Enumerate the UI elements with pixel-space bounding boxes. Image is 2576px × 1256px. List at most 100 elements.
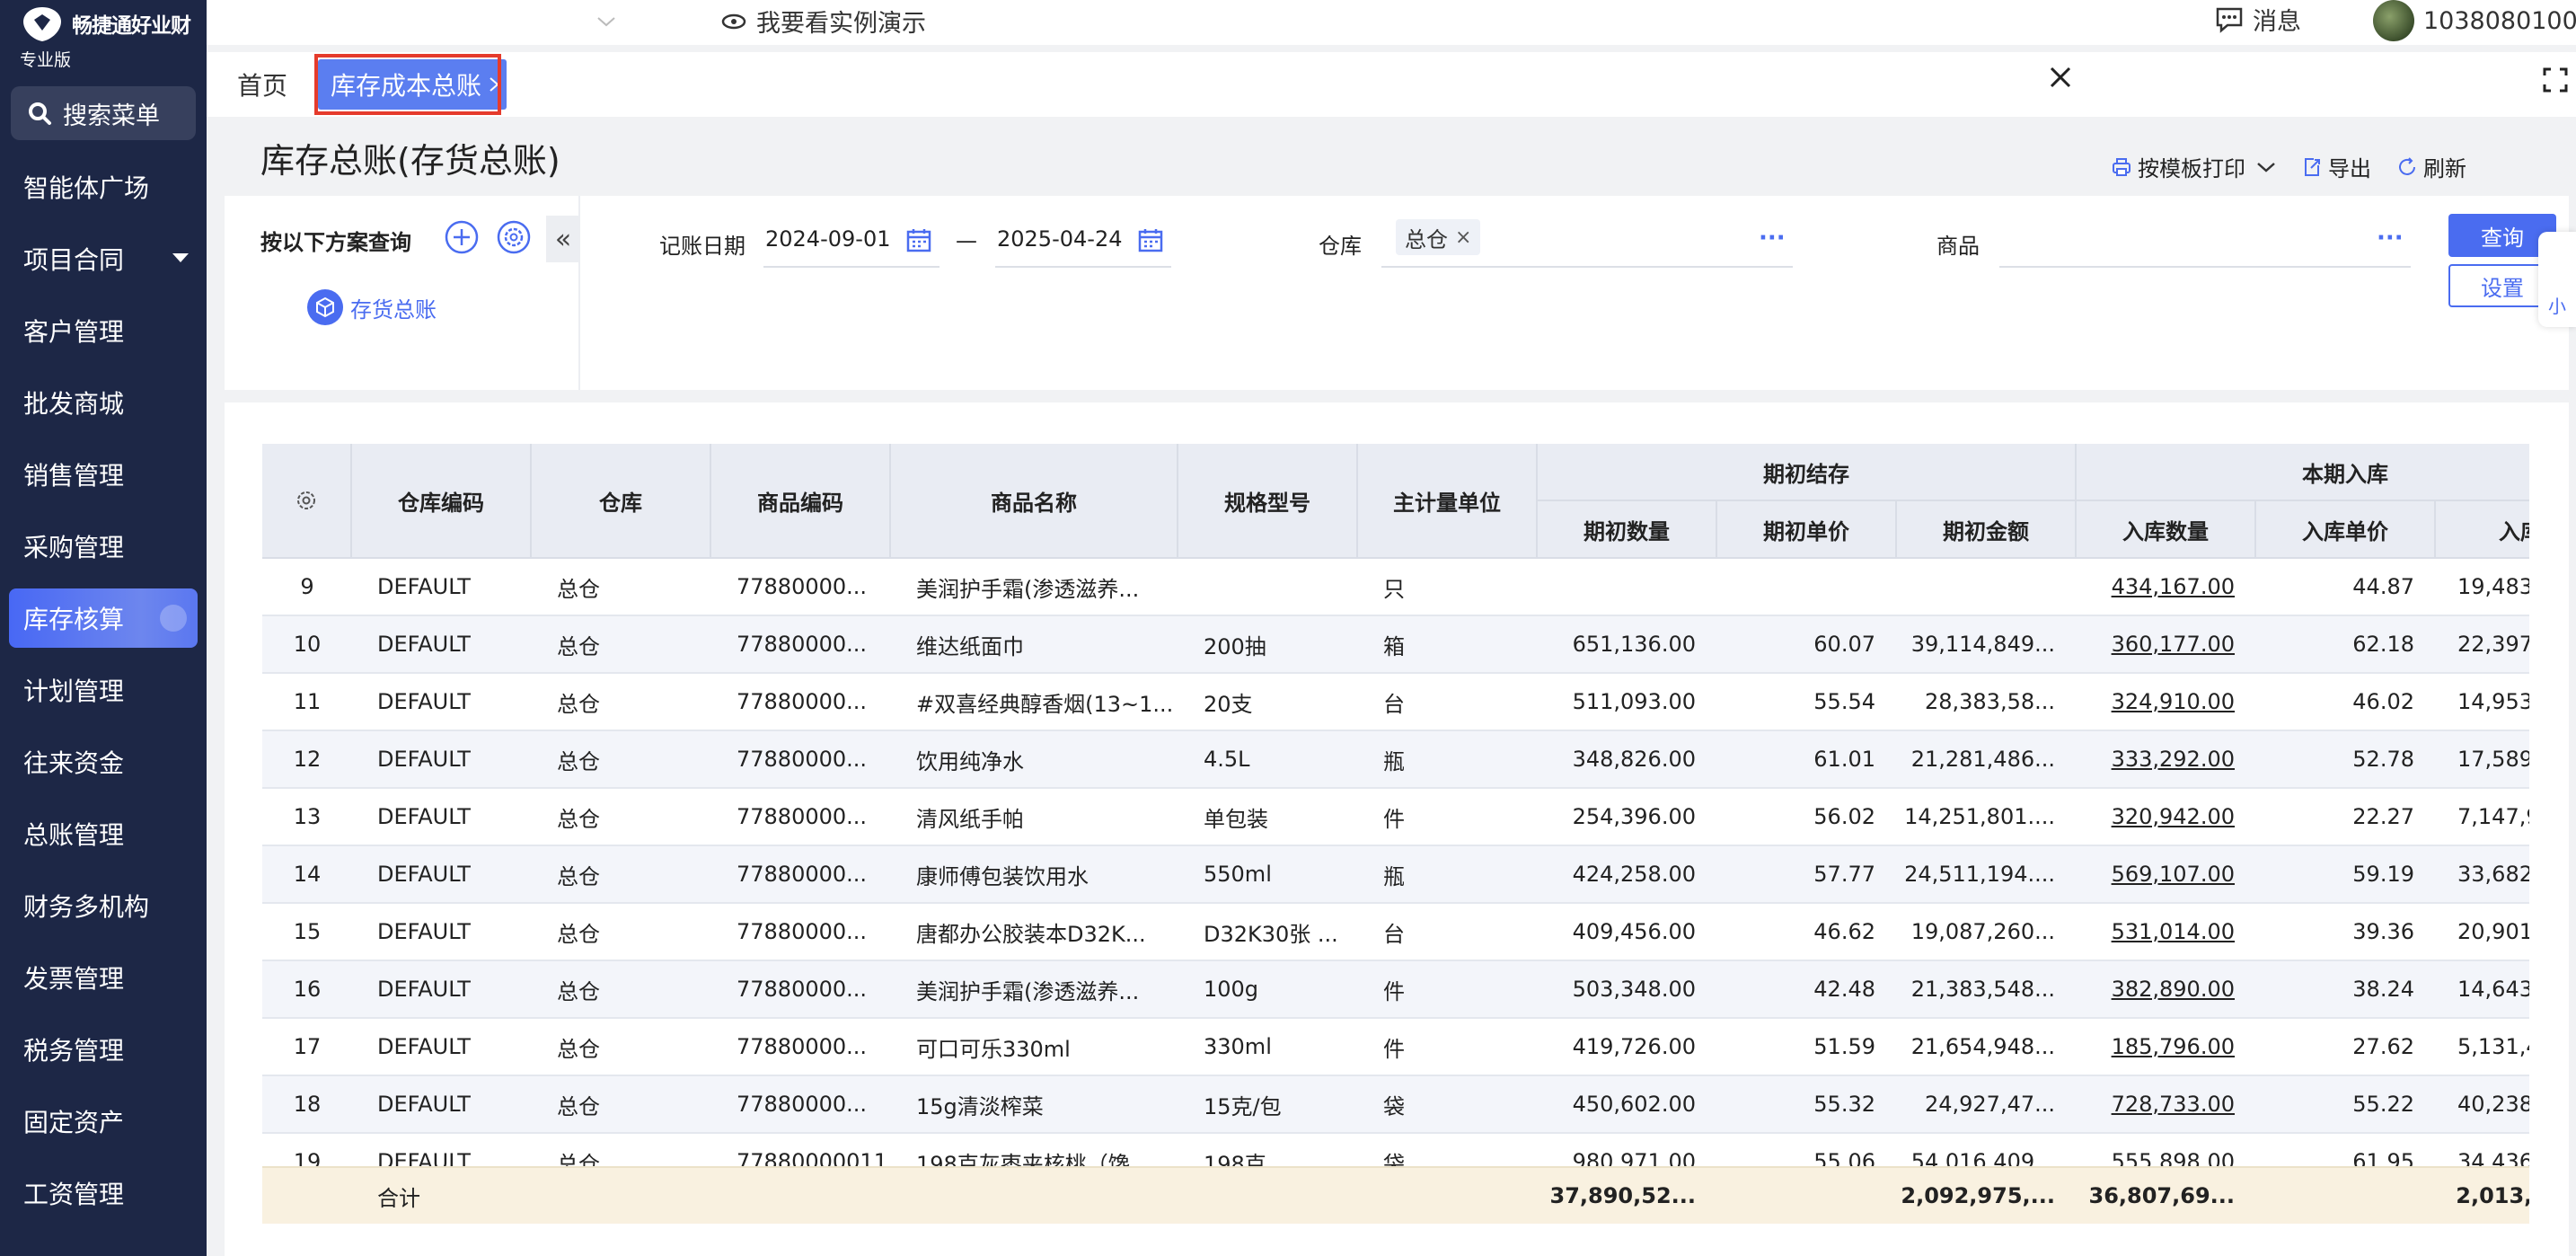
sidebar-item-invoice[interactable]: 发票管理 — [0, 942, 207, 1013]
header-product-name[interactable]: 商品名称 — [891, 444, 1178, 559]
table-row[interactable]: 9 DEFAULT 总仓 77880000... 美润护手霜(渗透滋养... 只 434,1… — [262, 559, 2529, 616]
cell-opening-qty: 348,826.00 — [1572, 747, 1696, 772]
scheme-settings-icon[interactable] — [496, 219, 532, 255]
search-menu-button[interactable]: 搜索菜单 — [11, 86, 196, 140]
cell-opening-qty: 450,602.00 — [1572, 1092, 1696, 1117]
sidebar-item-fixed-assets[interactable]: 固定资产 — [0, 1085, 207, 1157]
warehouse-more-button[interactable]: ··· — [1759, 225, 1786, 252]
product-input-underline[interactable] — [1999, 266, 2411, 268]
cell-warehouse: 总仓 — [557, 1093, 600, 1119]
close-tab-button[interactable] — [2048, 65, 2073, 90]
cell-in-qty[interactable]: 360,177.00 — [2077, 616, 2235, 672]
table-row[interactable]: 12 DEFAULT 总仓 77880000... 饮用纯净水 4.5L 瓶 348,826.… — [262, 731, 2529, 789]
cell-in-qty[interactable]: 333,292.00 — [2077, 731, 2235, 787]
table-row[interactable]: 13 DEFAULT 总仓 77880000... 清风纸手帕 单包装 件 254,396.0… — [262, 789, 2529, 846]
org-select[interactable] — [223, 4, 627, 40]
sidebar: 畅捷通好业财 专业版 搜索菜单 智能体广场 项目合同 客户管理 批发商城 销售管… — [0, 0, 207, 1256]
sidebar-item-tax[interactable]: 税务管理 — [0, 1013, 207, 1085]
sidebar-item-sales[interactable]: 销售管理 — [0, 438, 207, 510]
table-row[interactable]: 18 DEFAULT 总仓 77880000... 15g清淡榨菜 15克/包 袋 450,6… — [262, 1076, 2529, 1134]
cell-opening-amount: 14,251,801.... — [1904, 804, 2055, 829]
header-warehouse-code[interactable]: 仓库编码 — [352, 444, 532, 559]
cell-in-qty[interactable]: 434,167.00 — [2077, 559, 2235, 615]
header-warehouse[interactable]: 仓库 — [532, 444, 711, 559]
cell-warehouse-code: DEFAULT — [377, 804, 471, 829]
cell-spec: 330ml — [1204, 1034, 1272, 1059]
sidebar-item-general-ledger[interactable]: 总账管理 — [0, 798, 207, 870]
table-row[interactable]: 15 DEFAULT 总仓 77880000... 唐都办公胶装本D32K... D32K… — [262, 904, 2529, 961]
sidebar-item-multi-org[interactable]: 财务多机构 — [0, 870, 207, 942]
search-menu-label: 搜索菜单 — [63, 102, 160, 130]
header-opening-qty[interactable]: 期初数量 — [1538, 501, 1717, 559]
cell-in-qty[interactable]: 382,890.00 — [2077, 961, 2235, 1017]
date-separator: — — [956, 228, 977, 253]
account-id: 1038080100 — [2423, 6, 2576, 35]
cell-in-qty[interactable]: 320,942.00 — [2077, 789, 2235, 845]
cell-spec — [1204, 559, 1358, 615]
cell-opening-qty: 511,093.00 — [1572, 689, 1696, 714]
warehouse-tag[interactable]: 总仓 × — [1396, 219, 1481, 255]
cell-in-qty[interactable]: 569,107.00 — [2077, 846, 2235, 902]
demo-link[interactable]: 我要看实例演示 — [720, 4, 926, 39]
sidebar-item-payroll[interactable]: 工资管理 — [0, 1157, 207, 1229]
cell-in-qty[interactable]: 185,796.00 — [2077, 1019, 2235, 1075]
cell-in-price: 46.02 — [2352, 689, 2414, 714]
cell-opening-price: 42.48 — [1813, 977, 1875, 1002]
user-menu[interactable]: 1038080100 — [2373, 0, 2576, 41]
header-product-code[interactable]: 商品编码 — [711, 444, 891, 559]
header-opening-price[interactable]: 期初单价 — [1717, 501, 1897, 559]
export-button[interactable]: 导出 — [2301, 151, 2371, 182]
table-header: 仓库编码 仓库 商品编码 商品名称 规格型号 主计量单位 期初结存 期初数量 期… — [262, 444, 2529, 559]
date-from-input[interactable]: 2024-09-01 — [765, 226, 890, 252]
column-settings-header[interactable] — [262, 444, 352, 559]
table-row[interactable]: 16 DEFAULT 总仓 77880000... 美润护手霜(渗透滋养... 100g 件… — [262, 961, 2529, 1019]
cell-in-amount: 5,131,4 — [2457, 1034, 2529, 1059]
chevron-down-icon[interactable] — [2256, 161, 2276, 173]
cell-unit: 瓶 — [1383, 748, 1405, 774]
logo[interactable]: 畅捷通好业财 — [20, 4, 191, 43]
header-in-qty[interactable]: 入库数量 — [2077, 501, 2256, 559]
cell-in-price: 55.22 — [2352, 1092, 2414, 1117]
header-opening-amount[interactable]: 期初金额 — [1897, 501, 2077, 559]
refresh-button[interactable]: 刷新 — [2396, 151, 2466, 182]
calendar-icon[interactable] — [905, 226, 932, 253]
assistant-float-button[interactable]: 小 — [2538, 232, 2576, 327]
messages-button[interactable]: 消息 — [2215, 2, 2301, 37]
fullscreen-button[interactable] — [2542, 66, 2569, 93]
add-scheme-icon[interactable] — [444, 219, 480, 255]
sidebar-item-inventory-accounting[interactable]: 库存核算 — [9, 588, 198, 648]
table-row[interactable]: 10 DEFAULT 总仓 77880000... 维达纸面巾 200抽 箱 651,136.… — [262, 616, 2529, 674]
cell-opening-amount: 24,511,194.... — [1904, 862, 2055, 887]
table-row[interactable]: 11 DEFAULT 总仓 77880000... #双喜经典醇香烟(13~1... 20… — [262, 674, 2529, 731]
cell-warehouse-code: DEFAULT — [377, 1092, 471, 1117]
sidebar-item-customer[interactable]: 客户管理 — [0, 295, 207, 367]
header-in-price[interactable]: 入库单价 — [2256, 501, 2436, 559]
product-more-button[interactable]: ··· — [2377, 225, 2404, 252]
collapse-panel-button[interactable]: « — [546, 216, 580, 262]
sidebar-item-label: 财务多机构 — [23, 892, 150, 922]
date-to-input[interactable]: 2025-04-24 — [997, 226, 1122, 252]
cell-in-qty[interactable]: 728,733.00 — [2077, 1076, 2235, 1132]
tab-home[interactable]: 首页 — [237, 66, 287, 102]
header-unit[interactable]: 主计量单位 — [1358, 444, 1538, 559]
table-row[interactable]: 14 DEFAULT 总仓 77880000... 康师傅包装饮用水 550ml 瓶 424,… — [262, 846, 2529, 904]
sidebar-item-wholesale-mall[interactable]: 批发商城 — [0, 367, 207, 438]
sidebar-item-funds[interactable]: 往来资金 — [0, 726, 207, 798]
cell-product-code: 77880000... — [737, 747, 868, 772]
sidebar-item-project-contract[interactable]: 项目合同 — [0, 223, 207, 295]
print-template-button[interactable]: 按模板打印 — [2111, 151, 2245, 182]
header-in-amount[interactable]: 入库金 — [2436, 501, 2529, 559]
cell-opening-amount: 21,281,486... — [1910, 747, 2055, 772]
cell-in-qty[interactable]: 324,910.00 — [2077, 674, 2235, 730]
cell-in-qty[interactable]: 531,014.00 — [2077, 904, 2235, 960]
header-spec[interactable]: 规格型号 — [1178, 444, 1358, 559]
sidebar-item-planning[interactable]: 计划管理 — [0, 654, 207, 726]
calendar-icon[interactable] — [1137, 226, 1164, 253]
tag-close-icon[interactable]: × — [1455, 226, 1471, 249]
tab-inventory-cost-ledger[interactable]: 库存成本总账 — [318, 59, 507, 110]
sidebar-item-purchase[interactable]: 采购管理 — [0, 510, 207, 582]
table-row[interactable]: 17 DEFAULT 总仓 77880000... 可口可乐330ml 330ml 件 419… — [262, 1019, 2529, 1076]
sidebar-item-agent-square[interactable]: 智能体广场 — [0, 151, 207, 223]
scheme-item-inventory-ledger[interactable]: 存货总账 — [307, 289, 437, 325]
search-icon — [27, 101, 52, 126]
